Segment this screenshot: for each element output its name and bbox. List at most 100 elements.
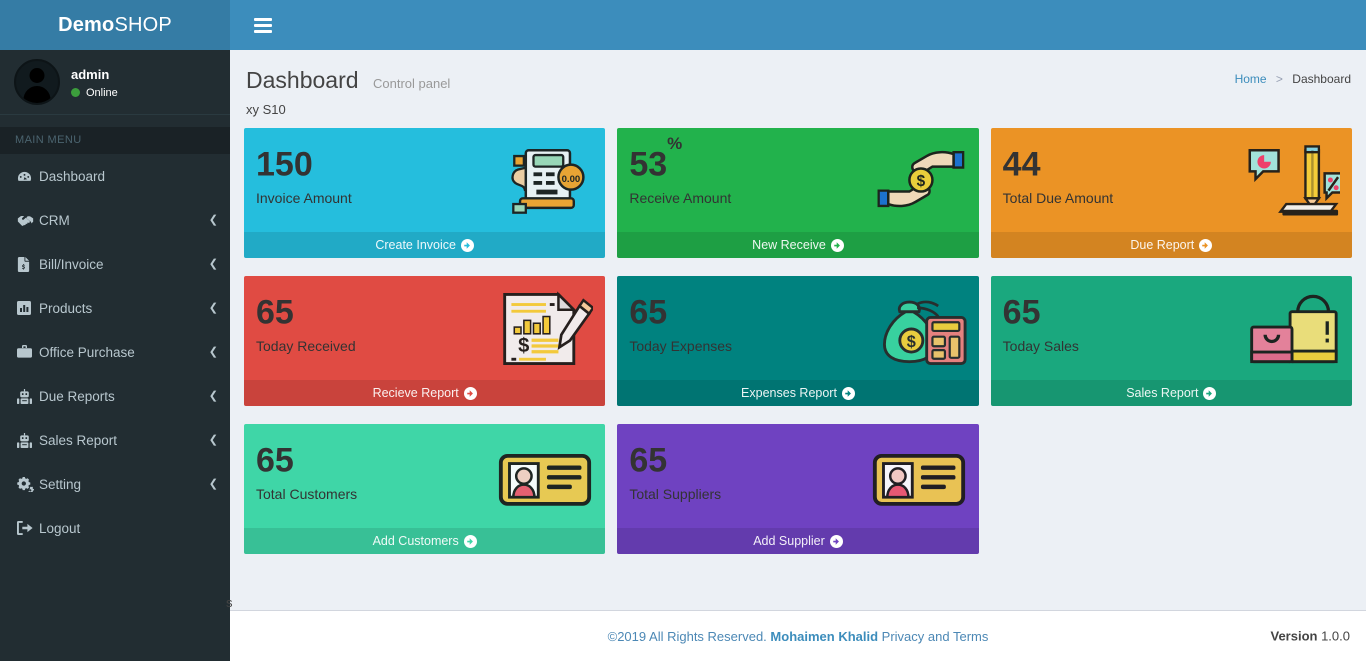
stat-card-action-due-report[interactable]: Due Report	[990, 232, 1352, 258]
stat-card-total-suppliers[interactable]: 65 Total Suppliers Add Supplier	[617, 424, 979, 554]
sidebar-item-logout[interactable]: Logout	[0, 506, 230, 550]
footer-version-label: Version	[1270, 628, 1318, 644]
page-subtitle: Control panel	[372, 76, 451, 91]
stat-card-value: 65	[629, 293, 668, 332]
online-status-dot-icon	[71, 88, 80, 97]
stat-card-total-customers[interactable]: 65 Total Customers Add Customers	[244, 424, 606, 554]
user-avatar-icon	[14, 59, 60, 105]
report-dollar-icon: $	[497, 290, 596, 368]
stat-card-suffix: %	[667, 134, 683, 153]
brand-logo-bold: Demo	[58, 13, 115, 36]
sidebar-item-office-purchase[interactable]: Office Purchase ❮	[0, 330, 230, 374]
chart-bar-icon	[17, 301, 39, 315]
arrow-circle-right-icon	[463, 383, 477, 406]
stat-card-col: 44 Total Due Amount Due Report	[985, 128, 1358, 276]
clipped-overflow-text: xy S10	[246, 102, 286, 117]
brand-logo[interactable]: DemoSHOP	[0, 0, 230, 50]
sidebar-user-name: admin	[71, 66, 110, 82]
footer-copyright-text: ©2019 All Rights Reserved.	[607, 628, 767, 644]
sidebar-user-info: admin Online	[71, 66, 118, 99]
stat-card-value: 53	[629, 145, 668, 184]
chevron-left-icon: ❮	[208, 477, 218, 490]
chevron-left-icon: ❮	[208, 257, 218, 270]
sidebar-item-label: Logout	[39, 520, 81, 536]
stat-card-action-add-customers[interactable]: Add Customers	[244, 528, 606, 554]
chevron-left-icon: ❮	[208, 301, 218, 314]
sidebar-user-status: Online	[71, 87, 118, 99]
stat-card-today-sales[interactable]: 65 Today Sales Sales Report	[990, 276, 1352, 406]
id-card-icon	[871, 438, 967, 516]
stat-card-action-add-supplier[interactable]: Add Supplier	[617, 528, 979, 554]
chevron-left-icon: ❮	[208, 213, 218, 226]
sidebar-menu-header: MAIN MENU	[0, 127, 230, 154]
pencil-percent-icon	[1244, 142, 1344, 220]
chevron-left-icon: ❮	[208, 389, 218, 402]
stat-card-receive-amount[interactable]: 53% Receive Amount $ New Receive	[617, 128, 979, 258]
arrow-circle-right-icon	[1203, 383, 1217, 406]
footer-terms-link[interactable]: Privacy and Terms	[882, 629, 989, 644]
breadcrumb-home-link[interactable]: Home	[1235, 72, 1267, 86]
breadcrumb: Home > Dashboard	[1235, 72, 1351, 86]
footer-version-number: 1.0.0	[1321, 628, 1350, 644]
stat-card-action-recieve-report[interactable]: Recieve Report	[244, 380, 606, 406]
sidebar-link-setting[interactable]: Setting ❮	[0, 462, 230, 506]
invoice-machine-icon: 0.00	[497, 142, 593, 220]
sidebar-link-products[interactable]: Products ❮	[0, 286, 230, 330]
stat-card-col: 65 Today Sales Sales Report	[985, 276, 1358, 424]
sidebar-item-label: Products	[39, 300, 93, 316]
sidebar-item-crm[interactable]: CRM ❮	[0, 198, 230, 242]
sidebar-link-dashboard[interactable]: Dashboard	[0, 154, 230, 198]
sidebar-item-products[interactable]: Products ❮	[0, 286, 230, 330]
stat-card-today-received[interactable]: 65 Today Received $ Recieve Report	[244, 276, 606, 406]
stat-card-invoice-amount[interactable]: 150 Invoice Amount 0.00 Create Invoice	[244, 128, 606, 258]
sidebar-item-label: CRM	[39, 212, 70, 228]
sidebar-link-office-purchase[interactable]: Office Purchase ❮	[0, 330, 230, 374]
logout-icon	[17, 521, 39, 535]
stat-card-action-expenses-report[interactable]: Expenses Report	[617, 380, 979, 406]
sidebar-item-bill-invoice[interactable]: Bill/Invoice ❮	[0, 242, 230, 286]
hamburger-icon	[254, 15, 272, 36]
sidebar-item-dashboard[interactable]: Dashboard	[0, 154, 230, 198]
sidebar-toggle-button[interactable]	[245, 0, 281, 50]
stat-card-today-expenses[interactable]: 65 Today Expenses $ Expenses Report	[617, 276, 979, 406]
sidebar-item-setting[interactable]: Setting ❮	[0, 462, 230, 506]
stat-card-action-label: Expenses Report	[741, 386, 837, 400]
sidebar-item-label: Setting	[39, 476, 82, 492]
sidebar-link-sales-report[interactable]: Sales Report ❮	[0, 418, 230, 462]
footer-version: Version 1.0.0	[1270, 629, 1350, 644]
svg-text:$: $	[518, 335, 529, 357]
stat-card-value: 44	[1002, 145, 1041, 184]
robot-icon	[17, 432, 39, 448]
sidebar-item-sales-report[interactable]: Sales Report ❮	[0, 418, 230, 462]
stat-cards-grid: 150 Invoice Amount 0.00 Create Invoice 5…	[224, 128, 1366, 572]
dashboard-icon	[17, 169, 39, 184]
sidebar-link-crm[interactable]: CRM ❮	[0, 198, 230, 242]
content-header: Dashboard Control panel xy S10 Home > Da…	[230, 50, 1366, 128]
sidebar-item-label: Bill/Invoice	[39, 256, 104, 272]
main-footer: ©2019 All Rights Reserved. Mohaimen Khal…	[230, 610, 1366, 661]
gears-icon	[17, 476, 39, 492]
arrow-circle-right-icon	[829, 531, 843, 554]
svg-text:0.00: 0.00	[562, 174, 581, 185]
footer-author-link[interactable]: Mohaimen Khalid	[770, 629, 878, 644]
sidebar-user-panel: admin Online	[0, 50, 230, 115]
svg-text:$: $	[906, 333, 915, 351]
shopping-bags-icon	[1244, 290, 1340, 368]
stat-card-col: 53% Receive Amount $ New Receive	[611, 128, 984, 276]
chevron-left-icon: ❮	[208, 345, 218, 358]
sidebar-link-bill-invoice[interactable]: Bill/Invoice ❮	[0, 242, 230, 286]
sidebar-item-due-reports[interactable]: Due Reports ❮	[0, 374, 230, 418]
sidebar-link-logout[interactable]: Logout	[0, 506, 230, 550]
stat-card-action-create-invoice[interactable]: Create Invoice	[244, 232, 606, 258]
chevron-left-icon: ❮	[208, 433, 218, 446]
stat-card-action-label: Recieve Report	[372, 386, 459, 400]
stat-card-total-due-amount[interactable]: 44 Total Due Amount Due Report	[990, 128, 1352, 258]
stat-card-action-new-receive[interactable]: New Receive	[617, 232, 979, 258]
sidebar-menu: Dashboard CRM ❮ Bill/Invoice ❮ Products …	[0, 154, 230, 550]
stat-card-action-sales-report[interactable]: Sales Report	[990, 380, 1352, 406]
stat-card-value: 65	[256, 441, 294, 480]
top-navbar	[230, 0, 1366, 50]
sidebar-link-due-reports[interactable]: Due Reports ❮	[0, 374, 230, 418]
footer-clipped-text: s	[226, 595, 233, 610]
hands-money-icon: $	[871, 142, 967, 220]
